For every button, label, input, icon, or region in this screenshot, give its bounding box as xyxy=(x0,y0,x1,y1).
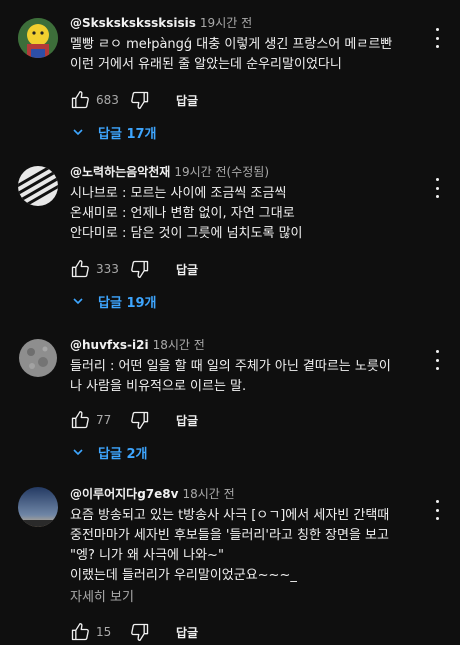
comment-line: 안다미로 : 담은 것이 그릇에 넘치도록 많이 xyxy=(70,226,303,241)
more-actions-icon[interactable] xyxy=(434,178,440,198)
dislike-button[interactable] xyxy=(130,622,150,642)
more-actions-icon[interactable] xyxy=(434,500,440,520)
comment-line: 요즘 방송되고 있는 t방송사 사극 [ㅇㄱ]에서 세자빈 간택때 xyxy=(70,508,390,523)
dislike-button[interactable] xyxy=(130,410,150,430)
thumbs-down-icon xyxy=(131,623,149,641)
thumbs-up-icon xyxy=(71,411,89,429)
like-button[interactable] xyxy=(70,622,90,642)
view-replies-button[interactable]: 답글 2개 xyxy=(72,440,147,464)
like-button[interactable] xyxy=(70,90,90,110)
comment: @노력하는음악천재 19시간 전(수정됨) 시나브로 : 모르는 사이에 조금씩 … xyxy=(0,150,460,320)
like-count: 15 xyxy=(96,625,112,639)
thumbs-down-icon xyxy=(131,91,149,110)
more-actions-icon[interactable] xyxy=(434,28,440,48)
chevron-down-icon xyxy=(73,129,83,136)
comment-author[interactable]: @Skskskskssksisis xyxy=(70,16,196,30)
dislike-button[interactable] xyxy=(130,259,150,279)
replies-count: 답글 2개 xyxy=(98,446,148,462)
comment-timestamp[interactable]: 18시간 전 xyxy=(182,487,234,501)
thumbs-down-icon xyxy=(131,411,149,429)
replies-count: 답글 19개 xyxy=(98,295,157,311)
more-actions-icon[interactable] xyxy=(434,350,440,370)
comment-line: 멜빵 ㄹㅇ meŀpàngǵ 대충 이렇게 생긴 프랑스어 메ㄹ르빤 xyxy=(70,37,393,52)
comment-text: 시나브로 : 모르는 사이에 조금씩 조금씩 온새미로 : 언제나 변함 없이,… xyxy=(70,184,424,244)
thumbs-up-icon xyxy=(71,623,89,641)
thumbs-up-icon xyxy=(71,260,89,278)
comment-line: 온새미로 : 언제나 변함 없이, 자연 그대로 xyxy=(70,206,295,221)
cartoon-avatar-icon xyxy=(18,18,58,58)
reply-button[interactable]: 답글 xyxy=(176,261,198,278)
comment-author[interactable]: @노력하는음악천재 xyxy=(70,165,170,179)
author-avatar[interactable] xyxy=(18,166,58,206)
comment-timestamp[interactable]: 19시간 전(수정됨) xyxy=(174,165,269,179)
comment-timestamp[interactable]: 18시간 전 xyxy=(153,338,205,352)
comment-text: 요즘 방송되고 있는 t방송사 사극 [ㅇㄱ]에서 세자빈 간택때 중전마마가 … xyxy=(70,506,424,586)
moon-avatar-icon xyxy=(18,338,58,378)
comment-line: 시나브로 : 모르는 사이에 조금씩 조금씩 xyxy=(70,186,287,201)
author-avatar[interactable] xyxy=(18,487,58,527)
comment-line: 이랬는데 들러리가 우리말이었군요~~~_ xyxy=(70,568,297,583)
reply-button[interactable]: 답글 xyxy=(176,92,198,109)
piano-keys-avatar-icon xyxy=(18,166,58,206)
read-more-button[interactable]: 자세히 보기 xyxy=(70,588,424,608)
author-avatar[interactable] xyxy=(18,338,58,378)
reply-button[interactable]: 답글 xyxy=(176,624,198,641)
comment-line: 들러리 : 어떤 일을 할 때 일의 주체가 아닌 곁따르는 노릇이 xyxy=(70,359,391,374)
comment-author[interactable]: @huvfxs-i2i xyxy=(70,338,149,352)
like-count: 333 xyxy=(96,262,119,276)
comment-line: 나 사람을 비유적으로 이르는 말. xyxy=(70,379,247,394)
like-count: 683 xyxy=(96,93,119,107)
sky-avatar-icon xyxy=(18,487,58,527)
comment-text: 멜빵 ㄹㅇ meŀpàngǵ 대충 이렇게 생긴 프랑스어 메ㄹ르빤 이런 거에… xyxy=(70,35,424,75)
reply-button[interactable]: 답글 xyxy=(176,412,198,429)
comment-line: "엥? 니가 왜 사극에 나와~" xyxy=(70,548,224,563)
chevron-down-icon xyxy=(73,298,83,305)
comment-timestamp[interactable]: 19시간 전 xyxy=(200,16,252,30)
comment: @Skskskskssksisis 19시간 전 멜빵 ㄹㅇ meŀpàngǵ 대… xyxy=(0,0,460,150)
view-replies-button[interactable]: 답글 19개 xyxy=(72,289,157,313)
chevron-down-icon xyxy=(73,449,83,456)
comment-line: 이런 거에서 유래된 줄 알았는데 순우리말이었다니 xyxy=(70,57,342,72)
like-button[interactable] xyxy=(70,410,90,430)
replies-count: 답글 17개 xyxy=(98,126,157,142)
comment: @이루어지다g7e8v 18시간 전 요즘 방송되고 있는 t방송사 사극 [ㅇㄱ… xyxy=(0,470,460,645)
comment-line: 중전마마가 세자빈 후보들을 '들러리'라고 칭한 장면을 보고 xyxy=(70,528,389,543)
like-count: 77 xyxy=(96,413,112,427)
comment-author[interactable]: @이루어지다g7e8v xyxy=(70,487,178,501)
like-button[interactable] xyxy=(70,259,90,279)
comment: @huvfxs-i2i 18시간 전 들러리 : 어떤 일을 할 때 일의 주체가… xyxy=(0,320,460,470)
thumbs-down-icon xyxy=(131,260,149,278)
thumbs-up-icon xyxy=(71,91,89,109)
dislike-button[interactable] xyxy=(130,90,150,110)
comment-text: 들러리 : 어떤 일을 할 때 일의 주체가 아닌 곁따르는 노릇이 나 사람을… xyxy=(70,357,424,397)
author-avatar[interactable] xyxy=(18,18,58,58)
view-replies-button[interactable]: 답글 17개 xyxy=(72,120,157,144)
